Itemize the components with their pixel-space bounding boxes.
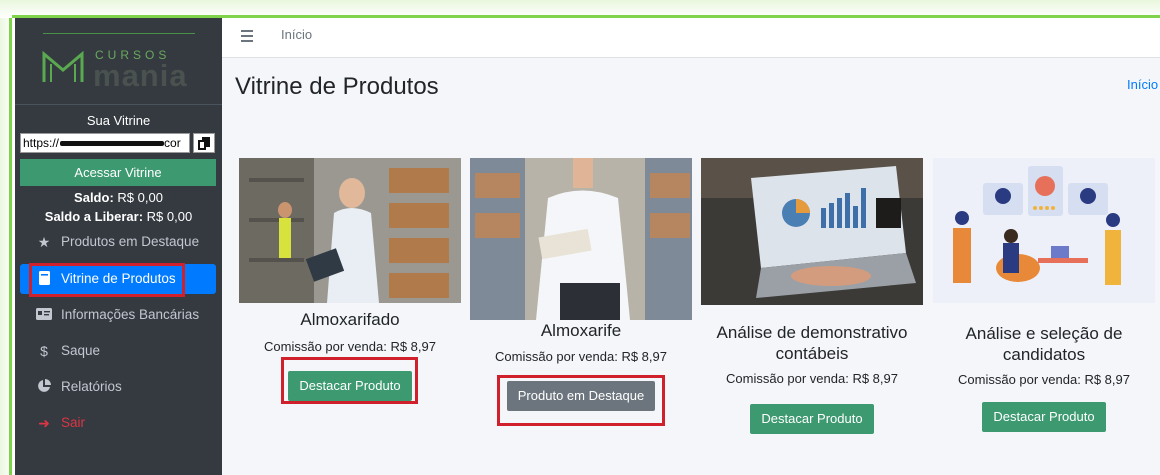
url-suffix: cor [164,136,181,150]
product-commission: Comissão por venda: R$ 8,97 [958,372,1130,387]
logo-big-text: mania [93,58,188,93]
brand-logo[interactable]: CURSOS mania [15,18,222,105]
product-name: Almoxarife [540,321,622,340]
nav-label: Saque [61,343,101,358]
sidebar: CURSOS mania Sua Vitrine https:// cor Ace… [15,18,222,475]
vitrine-url-field[interactable]: https:// cor [20,133,190,153]
product-commission: Comissão por venda: R$ 8,97 [495,349,667,364]
copy-url-button[interactable] [193,133,215,153]
product-commission: Comissão por venda: R$ 8,97 [264,339,436,354]
pending-balance: Saldo a Liberar: R$ 0,00 [15,209,222,224]
id-card-icon [36,307,52,323]
pending-balance-value: R$ 0,00 [146,209,193,224]
highlight-box-nav [29,263,185,297]
balance-value: R$ 0,00 [117,190,163,205]
product-name: Análise e seleção de candidatos [965,324,1123,364]
hand-money-icon: $ [40,343,48,359]
breadcrumb-home[interactable]: Início [1127,77,1158,92]
nav-reports[interactable]: Relatórios [20,372,216,402]
feature-product-button[interactable]: Destacar Produto [750,404,874,434]
nav-label: Sair [61,415,86,430]
nav-featured-products[interactable]: ★ Produtos em Destaque [20,227,216,257]
logo-m-icon [42,50,84,82]
product-image-warehouse [239,158,461,303]
pie-chart-icon [36,379,52,395]
product-image-candidate-selection [933,158,1155,303]
url-redaction [60,141,165,147]
star-icon: ★ [37,234,51,250]
product-card: Análise e seleção de candidatos Comissão… [933,158,1155,432]
access-vitrine-button[interactable]: Acessar Vitrine [20,159,216,186]
window-frame-left [0,18,12,475]
top-navbar: Início [222,18,1160,58]
product-name: Análise de demonstrativo contábeis [716,323,908,363]
feature-product-button[interactable]: Destacar Produto [982,402,1106,432]
copy-icon-front [198,140,206,150]
nav-withdraw[interactable]: $ Saque [20,336,216,366]
pending-balance-label: Saldo a Liberar: [44,209,144,224]
nav-bank-info[interactable]: Informações Bancárias [20,300,216,330]
product-card: Almoxarife Comissão por venda: R$ 8,97 P… [470,158,692,411]
logo-divider [43,33,195,34]
balance-label: Saldo: [74,190,114,205]
vitrine-title: Sua Vitrine [86,113,151,128]
balance: Saldo: R$ 0,00 [15,190,222,205]
window-frame-top [0,0,1160,18]
sign-out-icon: ➜ [38,415,50,431]
url-prefix: https:// [23,136,60,150]
product-image-warehouse-worker [470,158,692,320]
highlight-box-card2 [497,375,665,426]
menu-toggle-icon[interactable] [241,30,253,45]
product-image-laptop-charts [701,158,923,305]
nav-label: Produtos em Destaque [61,234,200,249]
product-name: Almoxarifado [300,310,400,329]
nav-label: Informações Bancárias [61,307,200,322]
highlight-box-card1 [281,357,418,404]
page-title: Vitrine de Produtos [235,73,439,100]
nav-label: Relatórios [61,379,122,394]
product-card: Análise de demonstrativo contábeis Comis… [701,158,923,434]
nav-logout[interactable]: ➜ Sair [20,408,216,438]
product-commission: Comissão por venda: R$ 8,97 [726,371,898,386]
top-home-link[interactable]: Início [281,27,312,42]
